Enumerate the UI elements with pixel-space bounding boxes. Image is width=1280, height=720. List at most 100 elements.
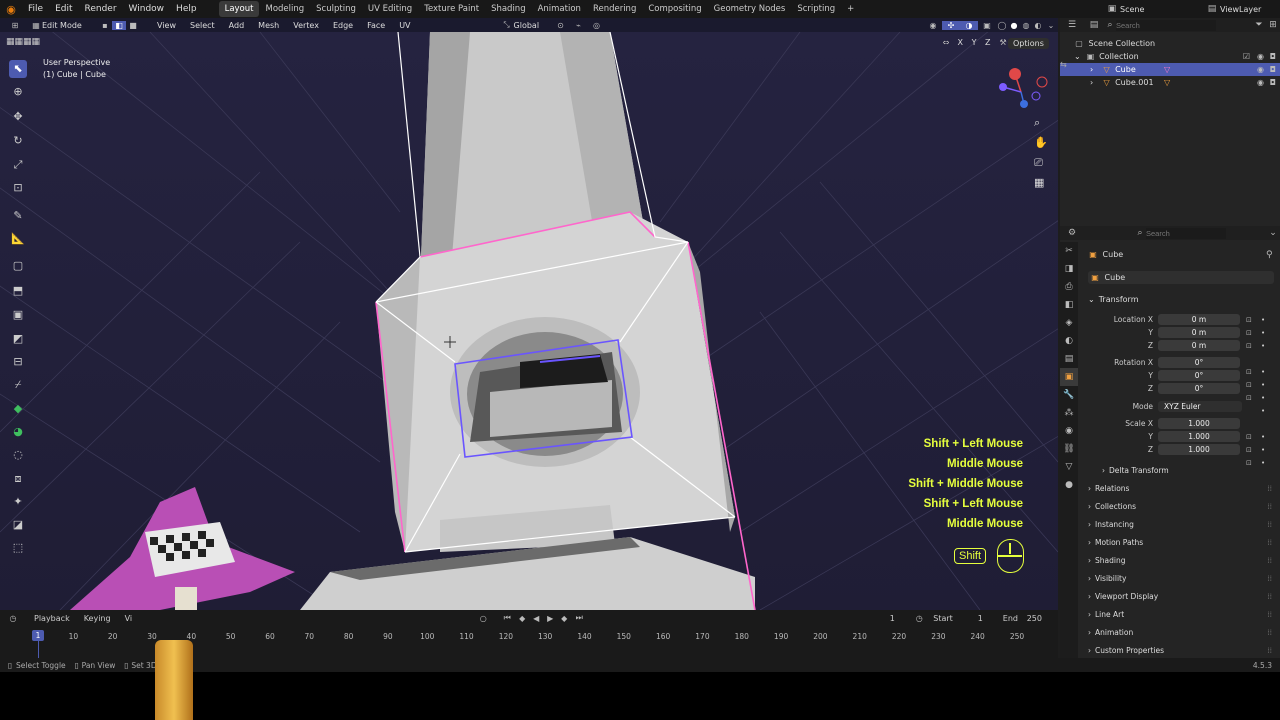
cube001-visibility-icon[interactable]: ◉: [1257, 76, 1264, 89]
editor-type-icon[interactable]: ⊞: [0, 21, 30, 30]
select-tool-icon[interactable]: ⬉: [9, 60, 27, 78]
rotation-y-field[interactable]: 0°: [1158, 370, 1240, 381]
poly-build-tool-icon[interactable]: ◆: [9, 400, 27, 418]
menu-edge[interactable]: Edge: [326, 21, 360, 30]
loop-cut-tool-icon[interactable]: ⊟: [9, 353, 27, 371]
menu-select[interactable]: Select: [183, 21, 222, 30]
transform-orientation[interactable]: Global: [514, 21, 552, 30]
object-tab-icon[interactable]: ▣: [1060, 368, 1078, 386]
pivot-icon[interactable]: ⊙: [552, 21, 570, 30]
face-select-icon[interactable]: ■: [126, 21, 140, 30]
shrink-fatten-tool-icon[interactable]: ✦: [9, 493, 27, 511]
scale-tool-icon[interactable]: ⤢: [9, 156, 27, 174]
render-tab-icon[interactable]: ◨: [1060, 260, 1078, 278]
gizmo-icon[interactable]: ✣: [942, 20, 960, 30]
outliner-editor-icon[interactable]: ☰: [1060, 20, 1084, 30]
cube001-render-icon[interactable]: ◘: [1270, 76, 1276, 89]
add-workspace-icon[interactable]: +: [841, 1, 860, 17]
solid-shading-icon[interactable]: ●: [1008, 21, 1020, 30]
rotation-mode-dropdown[interactable]: XYZ Euler: [1158, 401, 1242, 412]
delta-transform-header[interactable]: › Delta Transform: [1102, 466, 1169, 475]
axis-x-toggle[interactable]: X: [958, 38, 963, 47]
location-z-field[interactable]: 0 m: [1158, 340, 1240, 351]
knife-tool-icon[interactable]: ⌿: [9, 376, 27, 394]
cursor-tool-icon[interactable]: ⊕: [9, 83, 27, 101]
options-button[interactable]: Options: [1008, 38, 1049, 49]
extrude-tool-icon[interactable]: ⬒: [9, 282, 27, 300]
zoom-icon[interactable]: ⌕: [1034, 116, 1040, 130]
new-collection-icon[interactable]: ⊞: [1266, 20, 1280, 30]
overlay-icon[interactable]: ◑: [960, 20, 978, 30]
panel-collections[interactable]: › Collections ⁞⁞: [1088, 502, 1278, 511]
constraints-tab-icon[interactable]: ⛓: [1060, 440, 1078, 458]
keyframe-dots[interactable]: • • • • • • • • • •: [1261, 314, 1269, 470]
panel-custom-properties[interactable]: › Custom Properties ⁞⁞: [1088, 646, 1278, 655]
3d-viewport[interactable]: ▦▦▦▦ User Perspective (1) Cube | Cube ⬉ …: [0, 32, 1058, 610]
blender-logo-icon[interactable]: ◉: [0, 3, 22, 16]
outliner-row-scene-collection[interactable]: ▢ Scene Collection: [1060, 37, 1280, 50]
tab-compositing[interactable]: Compositing: [642, 1, 707, 17]
move-tool-icon[interactable]: ✥: [9, 108, 27, 126]
panel-instancing[interactable]: › Instancing ⁞⁞: [1088, 520, 1278, 529]
menu-help[interactable]: Help: [170, 0, 203, 18]
edge-select-icon[interactable]: ◧: [112, 20, 126, 30]
menu-face[interactable]: Face: [360, 21, 392, 30]
tab-layout[interactable]: Layout: [218, 1, 260, 17]
panel-motion-paths[interactable]: › Motion Paths ⁞⁞: [1088, 538, 1278, 547]
tool-tab-icon[interactable]: ✂: [1060, 242, 1078, 260]
tab-uv-editing[interactable]: UV Editing: [362, 1, 418, 17]
rip-tool-icon[interactable]: ⬚: [9, 539, 27, 557]
panel-visibility[interactable]: › Visibility ⁞⁞: [1088, 574, 1278, 583]
scene-tab-icon[interactable]: ◈: [1060, 314, 1078, 332]
material-tab-icon[interactable]: ●: [1060, 476, 1078, 494]
scene-name[interactable]: Scene: [1120, 5, 1204, 14]
add-cube-tool-icon[interactable]: ▢: [9, 257, 27, 275]
panel-viewport-display[interactable]: › Viewport Display ⁞⁞: [1088, 592, 1278, 601]
panel-animation[interactable]: › Animation ⁞⁞: [1088, 628, 1278, 637]
view-layer-tab-icon[interactable]: ◧: [1060, 296, 1078, 314]
shear-tool-icon[interactable]: ◪: [9, 516, 27, 534]
tab-sculpting[interactable]: Sculpting: [310, 1, 362, 17]
axis-y-toggle[interactable]: Y: [972, 38, 977, 47]
playhead[interactable]: 1: [32, 630, 44, 641]
tab-shading[interactable]: Shading: [485, 1, 532, 17]
annotate-tool-icon[interactable]: ✎: [9, 207, 27, 225]
view-select-mode-icons[interactable]: ▦▦▦▦: [6, 37, 40, 47]
outliner-row-collection[interactable]: ⌄ ▣ Collection ☑ ◉ ◘: [1060, 50, 1280, 63]
rotate-tool-icon[interactable]: ↻: [9, 132, 27, 150]
scale-z-field[interactable]: 1.000: [1158, 444, 1240, 455]
pin-icon[interactable]: ⚲: [1266, 250, 1273, 260]
proportional-edit-icon[interactable]: ◎: [588, 21, 606, 30]
tab-texture-paint[interactable]: Texture Paint: [418, 1, 485, 17]
cube-render-icon[interactable]: ◘: [1270, 63, 1276, 76]
tab-animation[interactable]: Animation: [532, 1, 587, 17]
outliner-row-cube[interactable]: › ▽ Cube ▽ ◉ ◘: [1060, 63, 1280, 76]
view-layer-name[interactable]: ViewLayer: [1220, 5, 1280, 14]
ortho-toggle-icon[interactable]: ▦: [1034, 176, 1044, 189]
panel-shading[interactable]: › Shading ⁞⁞: [1088, 556, 1278, 565]
data-tab-icon[interactable]: ▽: [1060, 458, 1078, 476]
menu-edit[interactable]: Edit: [49, 0, 78, 18]
lock-icons[interactable]: ⊡ ⊡ ⊡ ⊡ ⊡ ⊡ ⊡ ⊡ ⊡: [1246, 314, 1260, 470]
axis-z-toggle[interactable]: Z: [985, 38, 990, 47]
filter-icon[interactable]: ⏷: [1252, 20, 1266, 30]
collection-exclude-checkbox[interactable]: ☑: [1243, 50, 1250, 63]
properties-editor-icon[interactable]: ⚙: [1060, 228, 1084, 238]
menu-mesh[interactable]: Mesh: [251, 21, 286, 30]
snap-icon[interactable]: ⌁: [570, 21, 588, 30]
menu-view[interactable]: View: [150, 21, 183, 30]
menu-uv[interactable]: UV: [392, 21, 417, 30]
shading-options-icon[interactable]: ⌄: [1044, 21, 1058, 30]
bevel-tool-icon[interactable]: ◩: [9, 330, 27, 348]
mode-selector[interactable]: Edit Mode: [42, 21, 98, 30]
collection-render-icon[interactable]: ◘: [1270, 50, 1276, 63]
output-tab-icon[interactable]: ⎙: [1060, 278, 1078, 296]
smooth-tool-icon[interactable]: ◌: [9, 446, 27, 464]
particles-tab-icon[interactable]: ⁂: [1060, 404, 1078, 422]
tab-rendering[interactable]: Rendering: [587, 1, 642, 17]
world-tab-icon[interactable]: ◐: [1060, 332, 1078, 350]
menu-file[interactable]: File: [22, 0, 49, 18]
menu-window[interactable]: Window: [123, 0, 171, 18]
visibility-icon[interactable]: ◉: [924, 21, 942, 30]
object-name-field[interactable]: ▣ Cube: [1088, 271, 1274, 284]
